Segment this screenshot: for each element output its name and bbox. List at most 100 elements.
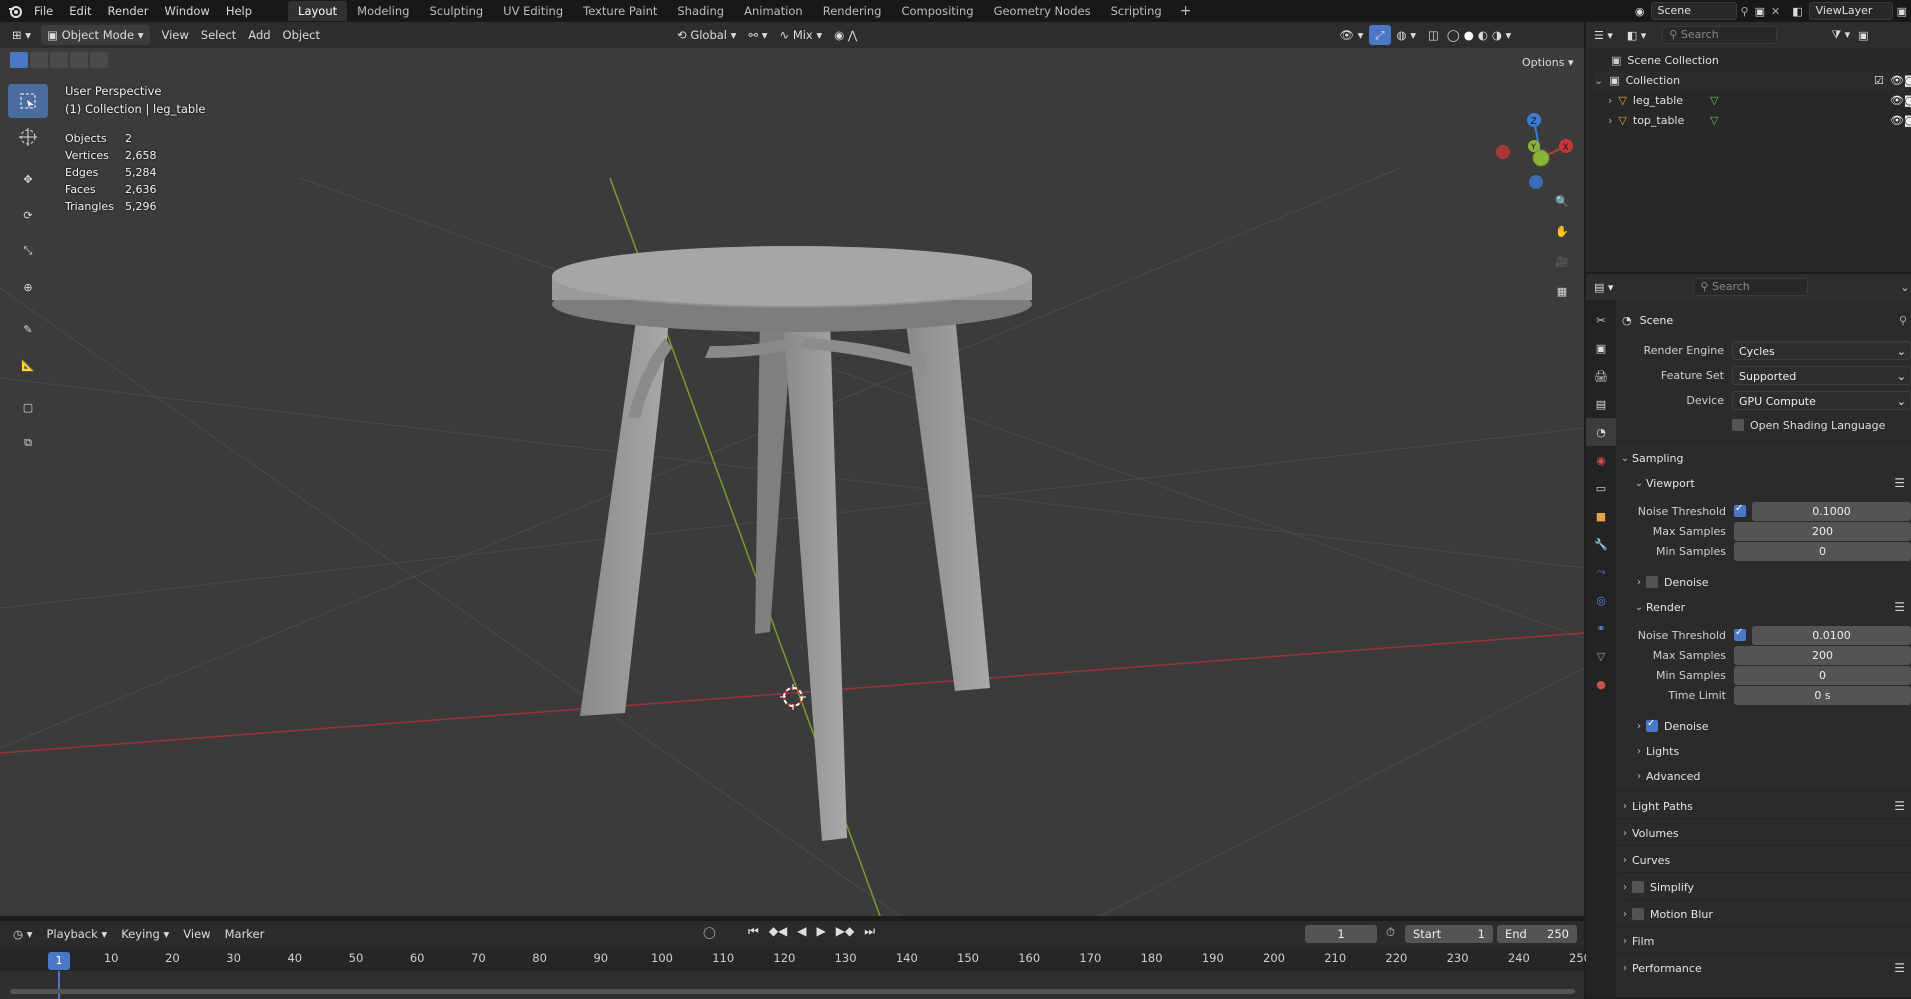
zoom-icon[interactable]: 🔍 <box>1548 187 1576 215</box>
viewport-scene[interactable]: Z X Y <box>0 48 1584 916</box>
chevron-right-icon[interactable]: › <box>1632 577 1646 588</box>
chevron-right-icon[interactable]: › <box>1608 91 1612 111</box>
menu-keying[interactable]: Keying ▾ <box>114 927 176 941</box>
time-limit-field[interactable]: 0 s <box>1734 685 1911 705</box>
chevron-down-icon[interactable]: ⌄ <box>1632 478 1646 489</box>
sampling-panel-header[interactable]: ⌄ Sampling <box>1618 446 1911 470</box>
tool-tab-icon[interactable]: ✂ <box>1586 306 1616 334</box>
film-panel-header[interactable]: › Film <box>1618 929 1911 953</box>
chevron-right-icon[interactable]: › <box>1618 882 1632 893</box>
new-view-layer-icon[interactable]: ▣ <box>1897 5 1907 18</box>
menu-edit[interactable]: Edit <box>61 0 99 22</box>
delete-scene-icon[interactable]: ✕ <box>1771 5 1780 18</box>
tab-geometry-nodes[interactable]: Geometry Nodes <box>984 1 1101 21</box>
tab-compositing[interactable]: Compositing <box>891 1 983 21</box>
output-tab-icon[interactable]: 🖨 <box>1586 362 1616 390</box>
chevron-down-icon[interactable]: ⌄ <box>1900 281 1909 294</box>
view-layer-icon[interactable]: ◧ <box>1792 5 1802 18</box>
visibility-eye-icon[interactable]: 👁 <box>1890 91 1904 111</box>
tab-uv-editing[interactable]: UV Editing <box>493 1 573 21</box>
render-tab-icon[interactable]: ▣ <box>1586 334 1616 362</box>
play-reverse-icon[interactable]: ◀ <box>797 924 806 939</box>
presets-list-icon[interactable]: ☰ <box>1894 799 1905 813</box>
tab-layout[interactable]: Layout <box>288 1 348 21</box>
visibility-eye-icon[interactable]: 👁 <box>1890 71 1904 91</box>
gizmo-toggle-icon[interactable]: ⤢ <box>1369 25 1391 45</box>
presets-list-icon[interactable]: ☰ <box>1894 600 1905 614</box>
menu-help[interactable]: Help <box>218 0 260 22</box>
outliner-object-leg-table[interactable]: › ▽ leg_table ▽ 👁 ◙ <box>1608 91 1911 111</box>
scale-tool-icon[interactable]: ⤡ <box>8 234 48 268</box>
physics-tab-icon[interactable]: ◎ <box>1586 586 1616 614</box>
menu-window[interactable]: Window <box>156 0 217 22</box>
chevron-right-icon[interactable]: › <box>1632 746 1646 757</box>
mode-dropdown[interactable]: ▣ Object Mode ▾ <box>41 25 150 45</box>
render-denoise-checkbox[interactable] <box>1646 718 1658 732</box>
measure-tool-icon[interactable]: 📐 <box>8 348 48 382</box>
auto-keying-icon[interactable]: ◯ <box>703 925 716 939</box>
timeline-scrollbar[interactable] <box>10 989 1575 994</box>
chevron-right-icon[interactable]: › <box>1618 855 1632 866</box>
annotate-tool-icon[interactable]: ✎ <box>8 312 48 346</box>
render-camera-icon[interactable]: ◙ <box>1904 71 1911 91</box>
lights-subpanel-header[interactable]: › Lights <box>1632 739 1911 763</box>
menu-file[interactable]: File <box>26 0 61 22</box>
next-keyframe-icon[interactable]: ▶◆ <box>836 924 854 939</box>
frame-ruler[interactable]: 10 20 30 40 50 60 70 80 90 100 110 120 130 140 150 160 1… <box>0 947 1591 971</box>
render-noise-threshold-checkbox[interactable] <box>1734 627 1746 641</box>
menu-playback[interactable]: Playback ▾ <box>39 927 114 941</box>
play-icon[interactable]: ▶ <box>817 924 826 939</box>
render-min-samples-field[interactable]: 0 <box>1734 665 1911 685</box>
properties-editor-type-icon[interactable]: ▤ ▾ <box>1594 281 1613 294</box>
xray-toggle-icon[interactable]: ◫ <box>1422 25 1445 45</box>
add-mesh-tool-icon[interactable]: ⧉ <box>8 426 48 460</box>
select-subtract-icon[interactable] <box>50 52 68 68</box>
curves-panel-header[interactable]: › Curves <box>1618 848 1911 872</box>
chevron-right-icon[interactable]: › <box>1618 801 1632 812</box>
chevron-right-icon[interactable]: › <box>1632 771 1646 782</box>
tab-rendering[interactable]: Rendering <box>813 1 892 21</box>
timeline-editor[interactable]: ◷ ▾ Playback ▾ Keying ▾ View Marker ◯ ⏮ … <box>0 919 1591 999</box>
modifier-tab-icon[interactable]: 🔧 <box>1586 530 1616 558</box>
current-frame-field[interactable]: 1 <box>1305 925 1377 943</box>
chevron-right-icon[interactable]: › <box>1618 936 1632 947</box>
viewport-noise-threshold-checkbox[interactable] <box>1734 503 1746 517</box>
chevron-down-icon[interactable]: ⌄ <box>1594 71 1603 91</box>
exclude-checkbox-icon[interactable]: ☑ <box>1874 71 1884 91</box>
select-box-tool-icon[interactable] <box>8 84 48 118</box>
select-intersect-icon[interactable] <box>90 52 108 68</box>
jump-start-icon[interactable]: ⏮ <box>748 924 759 939</box>
scene-collection-row[interactable]: ▣ Scene Collection <box>1611 51 1719 71</box>
device-dropdown[interactable]: GPU Compute ⌄ <box>1732 390 1911 410</box>
render-noise-threshold-field[interactable]: 0.0100 <box>1752 625 1911 645</box>
3d-viewport[interactable]: ⊞ ▾ ▣ Object Mode ▾ View Select Add Obje… <box>0 22 1584 916</box>
motion-blur-checkbox[interactable] <box>1632 908 1644 920</box>
simplify-panel-header[interactable]: › Simplify <box>1618 875 1911 899</box>
particles-tab-icon[interactable]: ⤳ <box>1586 558 1616 586</box>
chevron-right-icon[interactable]: › <box>1618 828 1632 839</box>
presets-list-icon[interactable]: ☰ <box>1894 961 1905 975</box>
options-dropdown[interactable]: Options ▾ <box>1516 53 1580 73</box>
add-workspace-icon[interactable]: + <box>1172 3 1200 19</box>
shading-rendered-icon[interactable]: ◑ ▾ <box>1490 25 1513 45</box>
pin-icon[interactable]: ⚲ <box>1899 314 1907 327</box>
select-invert-icon[interactable] <box>70 52 88 68</box>
move-tool-icon[interactable]: ✥ <box>8 162 48 196</box>
performance-panel-header[interactable]: › Performance ☰ <box>1618 956 1911 980</box>
render-denoise-header[interactable]: › Denoise <box>1632 714 1911 738</box>
rotate-tool-icon[interactable]: ⟳ <box>8 198 48 232</box>
overlay-toggle-icon[interactable]: ◍ ▾ <box>1391 25 1422 45</box>
outliner-editor-type-icon[interactable]: ☰ ▾ <box>1594 29 1613 42</box>
render-engine-dropdown[interactable]: Cycles ⌄ <box>1732 340 1911 360</box>
outliner-object-top-table[interactable]: › ▽ top_table ▽ 👁 ◙ <box>1608 111 1911 131</box>
collection-tab-icon[interactable]: ▭ <box>1586 474 1616 502</box>
select-new-icon[interactable] <box>10 52 28 68</box>
data-tab-icon[interactable]: ▽ <box>1586 642 1616 670</box>
outliner-search-input[interactable]: ⚲ Search <box>1662 26 1778 44</box>
pan-hand-icon[interactable]: ✋ <box>1548 217 1576 245</box>
menu-select[interactable]: Select <box>195 25 242 45</box>
viewport-noise-threshold-field[interactable]: 0.1000 <box>1752 501 1911 521</box>
tab-texture-paint[interactable]: Texture Paint <box>573 1 667 21</box>
render-camera-icon[interactable]: ◙ <box>1904 111 1911 131</box>
proportional-edit-icon[interactable]: ◉ ⋀ <box>828 25 863 45</box>
